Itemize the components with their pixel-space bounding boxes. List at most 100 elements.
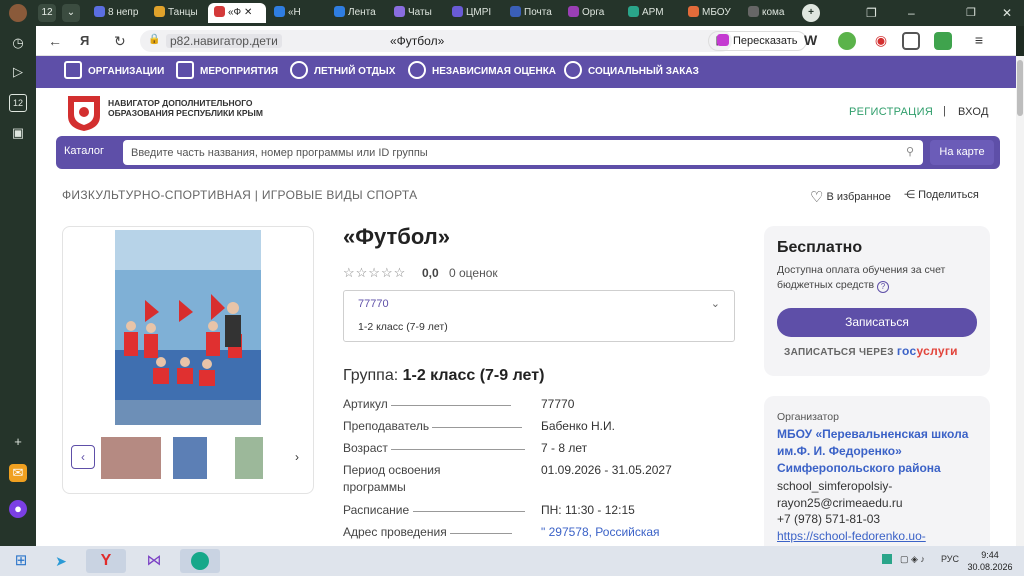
- tab-2[interactable]: Танцы: [154, 3, 200, 23]
- share-label: Поделиться: [918, 189, 979, 201]
- tab-11[interactable]: МБОУ: [688, 3, 734, 23]
- price-description-text: Доступна оплата обучения за счет бюджетн…: [777, 264, 946, 291]
- favorite-label: В избранное: [826, 191, 891, 203]
- group-name: 1-2 класс (7-9 лет): [358, 321, 448, 333]
- favorite-button[interactable]: ♡ В избранное: [810, 188, 891, 206]
- language-indicator[interactable]: РУС: [941, 554, 959, 564]
- retell-button[interactable]: Пересказать: [708, 31, 807, 51]
- yandex-browser-icon[interactable]: Y: [86, 549, 126, 573]
- on-map-button[interactable]: На карте: [930, 140, 994, 165]
- page-scrollbar[interactable]: [1016, 56, 1024, 546]
- tab-label: ЦМРІ: [466, 7, 492, 18]
- close-window-icon[interactable]: ✕: [1002, 3, 1016, 23]
- share-button[interactable]: ⋲ Поделиться: [904, 188, 979, 201]
- group-heading-title: 1-2 класс (7-9 лет): [402, 367, 545, 384]
- price-card: Бесплатно Доступна оплата обучения за сч…: [764, 226, 990, 376]
- scrollbar-thumb[interactable]: [1017, 60, 1023, 116]
- rating-stars[interactable]: ☆☆☆☆☆: [343, 265, 406, 281]
- register-link[interactable]: РЕГИСТРАЦИЯ: [849, 106, 933, 118]
- tab-favicon: [688, 6, 699, 17]
- thumbnail-prev-button[interactable]: ‹: [71, 445, 95, 469]
- breadcrumb[interactable]: ФИЗКУЛЬТУРНО-СПОРТИВНАЯ | ИГРОВЫЕ ВИДЫ С…: [62, 188, 417, 202]
- nav-organizations[interactable]: ОРГАНИЗАЦИИ: [64, 56, 164, 88]
- tab-6[interactable]: Чаты: [394, 3, 440, 23]
- thumbnail-next-button[interactable]: ›: [285, 445, 309, 469]
- tab-9[interactable]: Орга: [568, 3, 614, 23]
- tab-7[interactable]: ЦМРІ: [452, 3, 498, 23]
- tab-menu-chevron-icon[interactable]: ⌄: [62, 4, 80, 22]
- telegram-icon[interactable]: ➤: [44, 549, 78, 573]
- tab-active[interactable]: «Ф ✕: [208, 3, 266, 23]
- tab-12[interactable]: кома: [748, 3, 794, 23]
- tab-4[interactable]: «Н: [274, 3, 320, 23]
- crimea-emblem-icon[interactable]: [64, 94, 104, 132]
- detail-value: Бабенко Н.И.: [541, 419, 615, 433]
- thumbnail-1[interactable]: [101, 437, 161, 479]
- nav-events[interactable]: МЕРОПРИЯТИЯ: [176, 56, 278, 88]
- detail-key: Артикул: [343, 397, 388, 411]
- wifi-extension-icon[interactable]: ◉: [872, 32, 890, 50]
- chevron-down-icon: ⌄: [710, 298, 720, 310]
- windows-start-icon[interactable]: ⊞: [4, 549, 38, 573]
- tab-label: Орга: [582, 7, 605, 18]
- tab-8[interactable]: Почта: [510, 3, 556, 23]
- alice-icon[interactable]: ●: [9, 500, 27, 518]
- mail-icon[interactable]: ✉: [9, 464, 27, 482]
- profile-avatar[interactable]: [9, 4, 27, 22]
- reload-icon[interactable]: ↻: [114, 33, 126, 50]
- video-icon[interactable]: ▷: [9, 63, 27, 81]
- organizer-name-link[interactable]: МБОУ «Перевальненская школа им.Ф. И. Фед…: [777, 426, 982, 477]
- screenshot-icon[interactable]: ▣: [9, 124, 27, 142]
- search-icon[interactable]: ⚲: [906, 145, 914, 158]
- wikipedia-extension-icon[interactable]: W: [804, 32, 822, 50]
- search-input[interactable]: [123, 140, 923, 165]
- tab-counter-icon[interactable]: 12: [9, 94, 27, 112]
- nav-label: МЕРОПРИЯТИЯ: [200, 66, 279, 77]
- back-icon[interactable]: ←: [48, 33, 62, 49]
- yandex-icon[interactable]: Я: [80, 33, 89, 48]
- heart-icon: ♡: [810, 189, 824, 206]
- url-field[interactable]: 🔒 p82.навигатор.дети «Футбол» ▮: [140, 30, 732, 52]
- tab-5[interactable]: Лента: [334, 3, 380, 23]
- screen: ◷ ▷ 12 ▣ + ✉ ● 12 ⌄ 8 непр Танцы «Ф ✕ «Н…: [0, 0, 1024, 576]
- lock-icon: 🔒: [148, 34, 161, 45]
- main-photo[interactable]: [115, 230, 261, 425]
- collections-icon[interactable]: ❐: [866, 3, 880, 23]
- tab-count-button[interactable]: 12: [38, 4, 56, 22]
- visual-studio-icon[interactable]: ⋈: [134, 549, 174, 573]
- program-title: «Футбол»: [343, 224, 450, 249]
- help-icon[interactable]: ?: [877, 281, 890, 293]
- enroll-button[interactable]: Записаться: [777, 308, 977, 337]
- history-icon[interactable]: ◷: [9, 34, 27, 52]
- tab-label: АРМ: [642, 7, 664, 18]
- tab-label: «Ф: [228, 7, 242, 18]
- minimize-icon[interactable]: –: [908, 3, 922, 23]
- nav-summer[interactable]: ЛЕТНИЙ ОТДЫХ: [290, 56, 395, 88]
- tab-10[interactable]: АРМ: [628, 3, 674, 23]
- nav-label: СОЦИАЛЬНЫЙ ЗАКАЗ: [588, 66, 699, 77]
- tab-1[interactable]: 8 непр: [94, 3, 140, 23]
- eset-icon[interactable]: [180, 549, 220, 573]
- group-heading: Группа: 1-2 класс (7-9 лет): [343, 367, 544, 385]
- brand-title[interactable]: НАВИГАТОР ДОПОЛНИТЕЛЬНОГО ОБРАЗОВАНИЯ РЕ…: [108, 98, 278, 118]
- group-select[interactable]: 77770 1-2 класс (7-9 лет) ⌄: [343, 290, 735, 342]
- organizer-site-link[interactable]: https://school-fedorenko.uo-: [777, 529, 926, 543]
- login-link[interactable]: ВХОД: [958, 106, 989, 118]
- nav-assessment[interactable]: НЕЗАВИСИМАЯ ОЦЕНКА: [408, 56, 556, 88]
- catalog-button[interactable]: Каталог: [64, 145, 104, 157]
- nav-social-order[interactable]: СОЦИАЛЬНЫЙ ЗАКАЗ: [564, 56, 699, 88]
- download-extension-icon[interactable]: [838, 32, 856, 50]
- gosuslugi-enroll-link[interactable]: ЗАПИСАТЬСЯ ЧЕРЕЗ госуслуги: [784, 344, 958, 358]
- clipboard-extension-icon[interactable]: [902, 32, 920, 50]
- thumbnail-3[interactable]: [235, 437, 263, 479]
- add-panel-icon[interactable]: +: [9, 433, 27, 451]
- thumbnail-2[interactable]: [173, 437, 207, 479]
- address-link[interactable]: " 297578, Российская: [541, 524, 660, 541]
- tray-app-icon[interactable]: [882, 554, 892, 564]
- restore-icon[interactable]: ❐: [966, 3, 980, 23]
- new-tab-button[interactable]: +: [802, 4, 820, 22]
- document-extension-icon[interactable]: [934, 32, 952, 50]
- tray-icons[interactable]: ▢ ◈ ♪: [900, 554, 925, 565]
- menu-icon[interactable]: ≡: [970, 32, 988, 50]
- clock[interactable]: 9:44 30.08.2026: [962, 549, 1018, 573]
